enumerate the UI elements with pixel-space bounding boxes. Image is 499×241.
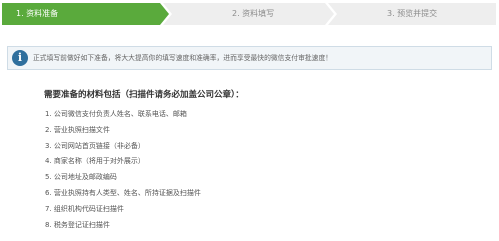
list-item: 3. 公司网站首页链接（非必备）	[45, 141, 145, 150]
notice-banner: i 正式填写前做好如下准备，将大大提高你的填写速度和准确率，进而享受最快的微信支…	[7, 46, 492, 70]
list-item: 5. 公司地址及邮政编码	[45, 173, 117, 182]
progress-stepper: 1. 资料准备 2. 资料填写 3. 预览并提交	[2, 3, 496, 25]
step-1-label: 1. 资料准备	[16, 9, 59, 18]
list-item: 2. 营业执照扫描文件	[45, 125, 110, 134]
list-item: 1. 公司微信支付负责人姓名、联系电话、邮箱	[45, 110, 187, 118]
info-icon: i	[12, 50, 28, 66]
list-item: 4. 商家名称（将用于对外展示）	[45, 157, 145, 166]
materials-list: 1. 公司微信支付负责人姓名、联系电话、邮箱 2. 营业执照扫描文件 3. 公司…	[45, 107, 201, 233]
step-2-label: 2. 资料填写	[232, 9, 275, 18]
materials-heading: 需要准备的材料包括（扫描件请务必加盖公司公章）：	[44, 90, 244, 100]
list-item: 6. 营业执照持有人类型、姓名、所持证据及扫描件	[45, 188, 201, 197]
step-3-label: 3. 预览并提交	[387, 9, 438, 18]
list-item: 7. 组织机构代码证扫描件	[45, 204, 124, 213]
list-item: 8. 税务登记证扫描件	[45, 220, 110, 229]
notice-text: 正式填写前做好如下准备，将大大提高你的填写速度和准确率，进而享受最快的微信支付审…	[33, 54, 333, 62]
